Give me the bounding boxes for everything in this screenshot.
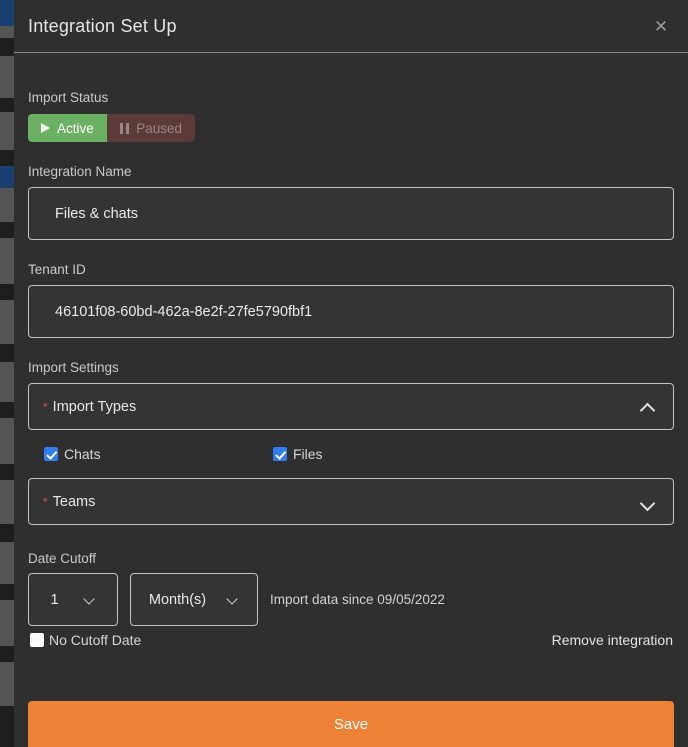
checkbox-chats[interactable]: Chats bbox=[44, 446, 273, 462]
date-cutoff-section: Date Cutoff 1 Month(s) Import data since… bbox=[28, 551, 674, 648]
import-status-label: Import Status bbox=[28, 90, 109, 105]
chevron-down-icon[interactable] bbox=[85, 594, 96, 605]
remove-integration-link[interactable]: Remove integration bbox=[552, 632, 674, 648]
status-active-label: Active bbox=[57, 120, 94, 136]
page-title: Integration Set Up bbox=[28, 15, 177, 36]
required-marker: * bbox=[43, 399, 48, 414]
tenant-id-label: Tenant ID bbox=[28, 262, 86, 277]
status-active-button[interactable]: Active bbox=[28, 114, 107, 142]
integration-name-section: Integration Name bbox=[28, 164, 674, 240]
chevron-up-icon[interactable] bbox=[641, 400, 655, 414]
import-settings-section: Import Settings * Import Types Chats File… bbox=[28, 360, 674, 525]
required-marker: * bbox=[43, 494, 48, 509]
status-paused-label: Paused bbox=[136, 120, 183, 136]
import-status-toggle[interactable]: Active Paused bbox=[28, 114, 196, 142]
cutoff-bottom-row: No Cutoff Date Remove integration bbox=[28, 632, 674, 648]
dialog-body: Import Status Active Paused Integration … bbox=[14, 53, 688, 648]
cutoff-amount-select[interactable]: 1 bbox=[28, 573, 118, 626]
cutoff-amount-value: 1 bbox=[50, 591, 59, 608]
checkbox-no-cutoff-date[interactable]: No Cutoff Date bbox=[30, 632, 141, 648]
import-types-label-wrap: * Import Types bbox=[43, 399, 641, 415]
date-cutoff-label: Date Cutoff bbox=[28, 551, 97, 566]
save-button[interactable]: Save bbox=[28, 701, 674, 747]
import-types-label: Import Types bbox=[52, 398, 137, 415]
checkbox-no-cutoff-date-box[interactable] bbox=[30, 633, 44, 647]
teams-accordion-header[interactable]: * Teams bbox=[28, 478, 674, 525]
cutoff-unit-select[interactable]: Month(s) bbox=[130, 573, 258, 626]
import-status-section: Import Status Active Paused bbox=[28, 53, 674, 142]
integration-name-label: Integration Name bbox=[28, 164, 132, 179]
status-paused-button[interactable]: Paused bbox=[106, 114, 196, 142]
pause-icon bbox=[119, 122, 130, 134]
checkbox-chats-box[interactable] bbox=[44, 447, 58, 461]
teams-label-wrap: * Teams bbox=[43, 494, 641, 510]
dialog-header: Integration Set Up ✕ bbox=[14, 0, 688, 53]
close-icon[interactable]: ✕ bbox=[648, 13, 674, 39]
import-types-accordion-header[interactable]: * Import Types bbox=[28, 383, 674, 430]
import-since-note: Import data since 09/05/2022 bbox=[270, 592, 445, 607]
play-icon bbox=[41, 123, 50, 133]
import-types-options: Chats Files bbox=[28, 446, 674, 462]
chevron-down-icon[interactable] bbox=[641, 495, 655, 509]
teams-label: Teams bbox=[52, 493, 96, 510]
checkbox-no-cutoff-date-label: No Cutoff Date bbox=[49, 632, 142, 648]
checkbox-files-label: Files bbox=[293, 446, 323, 462]
checkbox-files[interactable]: Files bbox=[273, 446, 323, 462]
background-page-strip bbox=[0, 0, 14, 747]
tenant-id-input[interactable] bbox=[28, 285, 674, 338]
cutoff-unit-value: Month(s) bbox=[148, 591, 207, 608]
import-settings-label: Import Settings bbox=[28, 360, 119, 375]
tenant-id-section: Tenant ID bbox=[28, 262, 674, 338]
chevron-down-icon[interactable] bbox=[228, 594, 239, 605]
checkbox-chats-label: Chats bbox=[64, 446, 101, 462]
integration-setup-dialog: Integration Set Up ✕ Import Status Activ… bbox=[14, 0, 688, 747]
date-cutoff-controls: 1 Month(s) Import data since 09/05/2022 bbox=[28, 573, 674, 626]
checkbox-files-box[interactable] bbox=[273, 447, 287, 461]
integration-name-input[interactable] bbox=[28, 187, 674, 240]
save-button-container: Save bbox=[28, 701, 674, 747]
